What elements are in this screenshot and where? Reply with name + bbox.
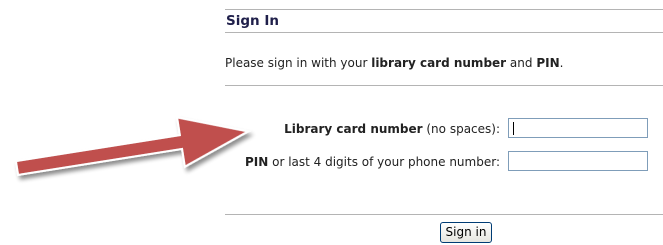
instructions-divider (225, 85, 663, 86)
library-card-label-hint: (no spaces): (422, 122, 500, 136)
instructions-card-term: library card number (371, 56, 507, 70)
right-arrow-icon (14, 116, 251, 177)
sign-in-instructions: Please sign in with your library card nu… (225, 56, 563, 70)
library-card-label-bold: Library card number (284, 122, 423, 136)
instructions-joiner: and (506, 56, 537, 70)
form-divider (225, 214, 663, 215)
sign-in-page: Sign In Please sign in with your library… (0, 0, 663, 245)
pin-input[interactable] (508, 151, 648, 171)
instructions-pin-term: PIN (536, 56, 560, 70)
pin-label-bold: PIN (244, 155, 269, 169)
text-cursor (513, 122, 514, 135)
sign-in-button[interactable]: Sign in (440, 222, 492, 243)
library-card-number-input[interactable] (508, 118, 648, 138)
instructions-prefix: Please sign in with your (225, 56, 372, 70)
title-divider (225, 32, 663, 33)
instructions-suffix: . (559, 56, 564, 70)
pin-label-hint: or last 4 digits of your phone number: (268, 155, 500, 169)
page-title: Sign In (226, 13, 279, 29)
top-divider (225, 9, 663, 10)
pin-label: PIN or last 4 digits of your phone numbe… (245, 155, 500, 169)
library-card-label: Library card number (no spaces): (284, 122, 500, 136)
